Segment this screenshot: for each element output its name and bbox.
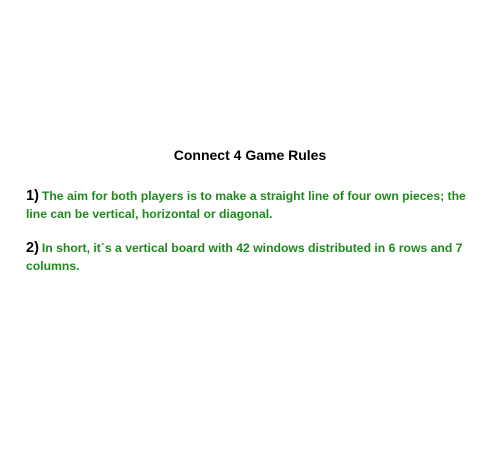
document-page: Connect 4 Game Rules 1) The aim for both …	[0, 0, 500, 450]
rule-item: 2) In short, it´s a vertical board with 4…	[26, 239, 478, 275]
rule-number: 1)	[26, 188, 39, 204]
rule-item: 1) The aim for both players is to make a …	[26, 187, 478, 223]
rule-number: 2)	[26, 240, 39, 256]
rule-text: In short, it´s a vertical board with 42 …	[26, 241, 463, 273]
rule-text: The aim for both players is to make a st…	[26, 189, 466, 221]
page-title: Connect 4 Game Rules	[173, 147, 327, 163]
